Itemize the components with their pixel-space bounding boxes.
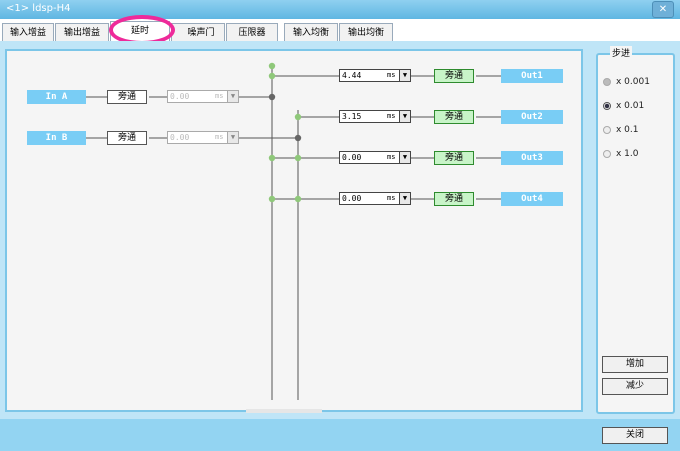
input-b-delay-value: 0.00 (170, 133, 190, 142)
input-b-delay-unit: ms (215, 133, 224, 141)
step-option-label: x 0.01 (616, 101, 645, 111)
out2-label: Out2 (501, 110, 563, 124)
out4-delay-unit: ms (387, 194, 396, 202)
node-out2-b (294, 113, 302, 121)
out1-bypass-button[interactable]: 旁通 (434, 69, 474, 83)
close-button[interactable]: 关闭 (602, 427, 668, 444)
out4-label: Out4 (501, 192, 563, 206)
radio-selected-icon (603, 102, 611, 110)
step-legend: 步进 (610, 46, 633, 59)
increase-button[interactable]: 增加 (602, 356, 668, 373)
out3-label: Out3 (501, 151, 563, 165)
input-a-delay-field[interactable]: 0.00 ms ▼ (167, 90, 239, 103)
chevron-down-icon[interactable]: ▼ (399, 152, 410, 163)
chevron-down-icon[interactable]: ▼ (227, 132, 238, 143)
input-a-delay-value: 0.00 (170, 92, 190, 101)
footer-bar (0, 419, 680, 451)
out2-delay-unit: ms (387, 112, 396, 120)
node-in-a-junction (268, 93, 276, 101)
input-a-delay-unit: ms (215, 92, 224, 100)
radio-icon (603, 126, 611, 134)
out1-label: Out1 (501, 69, 563, 83)
input-b-delay-field[interactable]: 0.00 ms ▼ (167, 131, 239, 144)
step-option-0001[interactable]: x 0.001 (603, 77, 663, 89)
chevron-down-icon[interactable]: ▼ (399, 111, 410, 122)
step-option-001[interactable]: x 0.01 (603, 101, 663, 113)
step-option-01[interactable]: x 0.1 (603, 125, 663, 137)
node-out1-a (268, 72, 276, 80)
out3-delay-value: 0.00 (342, 153, 362, 162)
decrease-button[interactable]: 减少 (602, 378, 668, 395)
input-a-bypass-button[interactable]: 旁通 (107, 90, 147, 104)
node-out4-a (268, 195, 276, 203)
out3-bypass-button[interactable]: 旁通 (434, 151, 474, 165)
out2-bypass-button[interactable]: 旁通 (434, 110, 474, 124)
node-out3-a (268, 154, 276, 162)
radio-icon (603, 150, 611, 158)
out2-delay-value: 3.15 (342, 112, 362, 121)
out3-delay-unit: ms (387, 153, 396, 161)
routing-wires (86, 62, 501, 413)
chevron-down-icon[interactable]: ▼ (227, 91, 238, 102)
out1-delay-unit: ms (387, 71, 396, 79)
bus-a-top-node (268, 62, 276, 70)
chevron-down-icon[interactable]: ▼ (399, 70, 410, 81)
input-b-bypass-button[interactable]: 旁通 (107, 131, 147, 145)
out4-bypass-button[interactable]: 旁通 (434, 192, 474, 206)
step-option-label: x 0.001 (616, 77, 650, 87)
out1-delay-value: 4.44 (342, 71, 362, 80)
step-option-10[interactable]: x 1.0 (603, 149, 663, 161)
node-in-b-junction (294, 134, 302, 142)
chevron-down-icon[interactable]: ▼ (399, 193, 410, 204)
out3-delay-field[interactable]: 0.00 ms ▼ (339, 151, 411, 164)
input-a-label: In A (27, 90, 86, 104)
step-option-label: x 1.0 (616, 149, 639, 159)
out1-delay-field[interactable]: 4.44 ms ▼ (339, 69, 411, 82)
input-b-label: In B (27, 131, 86, 145)
step-option-label: x 0.1 (616, 125, 639, 135)
node-out3-b (294, 154, 302, 162)
out4-delay-value: 0.00 (342, 194, 362, 203)
radio-icon (603, 78, 611, 86)
out2-delay-field[interactable]: 3.15 ms ▼ (339, 110, 411, 123)
node-out4-b (294, 195, 302, 203)
out4-delay-field[interactable]: 0.00 ms ▼ (339, 192, 411, 205)
